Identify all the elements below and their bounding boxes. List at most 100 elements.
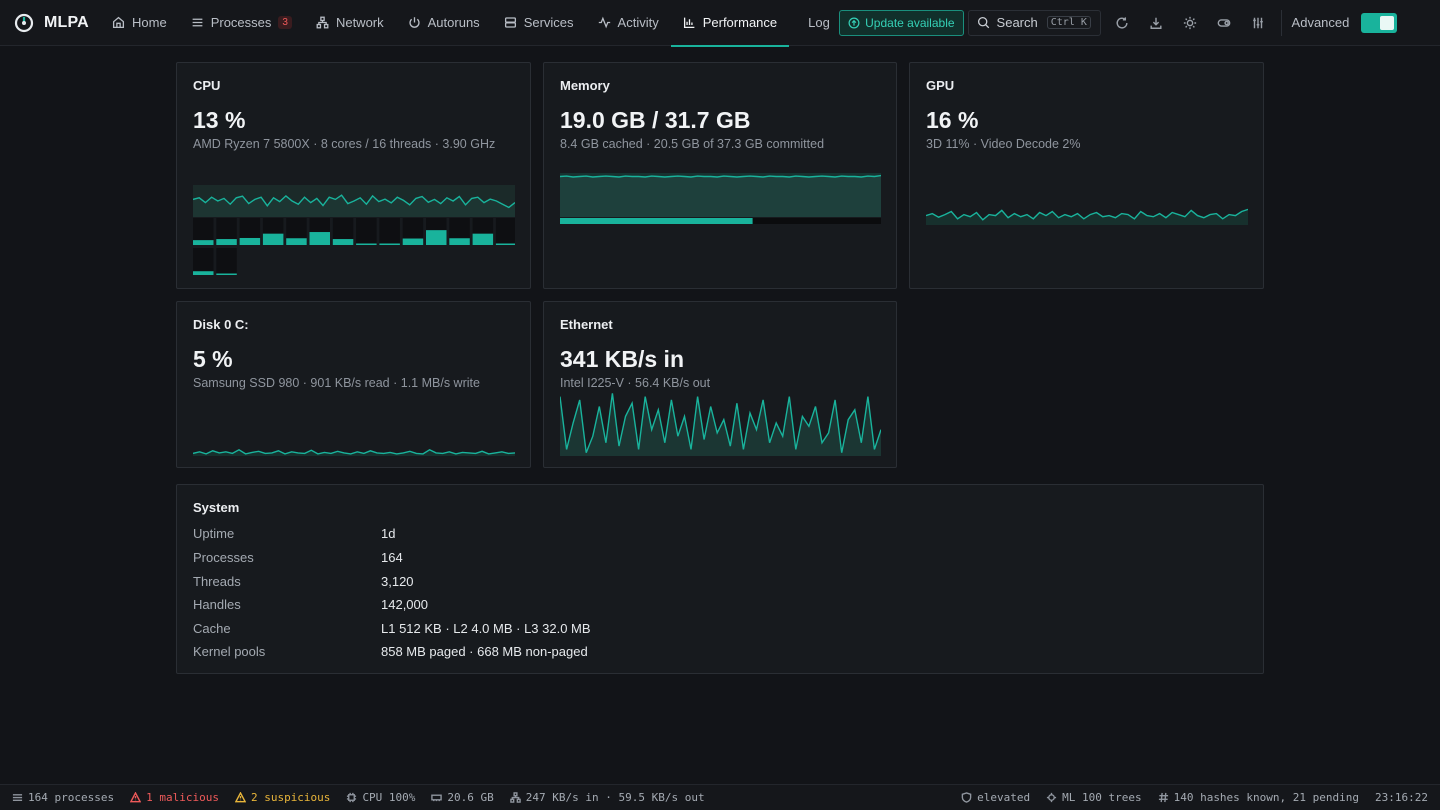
cpu-core-load-bar	[379, 243, 400, 245]
refresh-button[interactable]	[1105, 0, 1139, 46]
card-title: Ethernet	[560, 317, 613, 332]
cpu-core-load-bar	[193, 240, 214, 245]
cpu-core-load-bar	[239, 237, 261, 245]
cpu-icon	[1047, 792, 1057, 803]
system-row-value: 1d	[381, 526, 396, 541]
refresh-icon	[1116, 16, 1128, 29]
gpu-usage-chart	[926, 208, 1248, 225]
nav-item-label: Log	[808, 15, 830, 30]
status-clock: 23:16:22	[1375, 791, 1428, 804]
status-hashes: 140 hashes known, 21 pending	[1158, 791, 1359, 804]
cpu-core-cell	[379, 218, 400, 245]
cpu-card: CPU 13 % AMD Ryzen 7 5800X · 8 cores / 1…	[176, 62, 531, 289]
nav-item-performance[interactable]: Performance	[670, 0, 790, 47]
settings-button[interactable]	[1241, 0, 1275, 46]
home-icon	[112, 16, 125, 29]
cpu-usage-chart	[193, 185, 515, 275]
cpu-usage-value: 13 %	[193, 107, 246, 133]
memory-icon	[431, 794, 443, 802]
system-row-value: L1 512 KB · L2 4.0 MB · L3 32.0 MB	[381, 621, 591, 636]
cpu-core-load-bar	[286, 238, 307, 245]
status-elevated: elevated	[961, 791, 1030, 804]
status-malicious-text: 1 malicious	[146, 791, 219, 804]
system-row-label: Processes	[193, 550, 254, 565]
cpu-icon	[347, 792, 357, 803]
search-button[interactable]: Search Ctrl K	[967, 9, 1101, 36]
search-shortcut: Ctrl K	[1046, 16, 1091, 29]
ethernet-throughput-value: 341 KB/s in	[560, 346, 684, 372]
nav-item-activity[interactable]: Activity	[586, 0, 671, 46]
nav-item-label: Network	[335, 15, 384, 30]
list-icon	[192, 18, 203, 27]
top-nav-bar: MLPA Home Processes 3 Network Autoruns S…	[0, 0, 1440, 47]
power-icon	[409, 17, 420, 28]
theme-button[interactable]	[1173, 0, 1207, 46]
app-logo-icon	[14, 13, 34, 32]
nav-item-services[interactable]: Services	[492, 0, 586, 46]
download-button[interactable]	[1139, 0, 1173, 46]
cpu-core-load-bar	[309, 232, 330, 245]
status-cpu: CPU 100%	[346, 791, 415, 804]
cpu-core-load-bar	[216, 239, 237, 245]
arrow-up-circle-icon	[848, 17, 860, 28]
display-toggle-button[interactable]	[1207, 0, 1241, 46]
toolbar-divider	[1280, 9, 1282, 36]
alert-count-badge: 3	[278, 16, 292, 29]
status-suspicious-text: 2 suspicious	[250, 791, 331, 804]
system-row-value: 164	[381, 550, 403, 565]
cpu-core-cell	[193, 248, 214, 275]
list-icon	[12, 794, 23, 801]
sun-icon	[1183, 16, 1196, 29]
ethernet-details: Intel I225-V · 56.4 KB/s out	[560, 376, 711, 390]
system-row-label: Handles	[193, 597, 241, 612]
memory-usage-chart	[560, 173, 881, 224]
card-title: Memory	[560, 78, 610, 93]
advanced-label: Advanced	[1291, 15, 1350, 30]
system-title: System	[193, 500, 240, 515]
system-row-value: 142,000	[381, 597, 428, 612]
app-name: MLPA	[44, 13, 89, 31]
nav-item-log[interactable]: Log	[789, 0, 829, 46]
search-label: Search	[996, 15, 1038, 30]
disk-card: Disk 0 C: 5 % Samsung SSD 980 · 901 KB/s…	[176, 301, 531, 468]
advanced-toggle[interactable]	[1361, 12, 1398, 33]
cpu-core-cell	[216, 248, 237, 275]
cpu-core-load-bar	[332, 239, 354, 245]
nav-item-network[interactable]: Network	[304, 0, 396, 46]
network-icon	[510, 792, 521, 803]
nav-item-processes[interactable]: Processes 3	[179, 0, 304, 46]
nav-item-autoruns[interactable]: Autoruns	[396, 0, 492, 46]
nav-item-label: Processes	[210, 15, 272, 30]
search-icon	[977, 16, 989, 29]
brand[interactable]: MLPA	[0, 13, 100, 33]
nav-item-home[interactable]: Home	[100, 0, 179, 46]
status-time-text: 23:16:22	[1375, 791, 1428, 804]
system-row-threads: Threads 3,120	[193, 574, 414, 594]
download-icon	[1150, 17, 1162, 29]
memory-usage-value: 19.0 GB / 31.7 GB	[560, 107, 751, 133]
status-processes[interactable]: 164 processes	[12, 791, 114, 804]
nav-item-label: Autoruns	[427, 15, 480, 30]
cpu-core-load-bar	[356, 243, 377, 245]
cpu-core-load-bar	[426, 230, 447, 245]
system-card: System Uptime 1d Processes 164 Threads 3…	[176, 484, 1264, 674]
toggle-icon	[1217, 18, 1230, 27]
update-label: Update available	[865, 15, 955, 30]
network-icon	[316, 16, 329, 29]
status-ml: ML 100 trees	[1046, 791, 1142, 804]
system-row-processes: Processes 164	[193, 550, 403, 570]
status-suspicious[interactable]: 2 suspicious	[234, 791, 331, 804]
update-available-button[interactable]: Update available	[839, 9, 964, 36]
status-malicious[interactable]: 1 malicious	[130, 791, 219, 804]
activity-icon	[598, 16, 610, 29]
system-row-label: Threads	[193, 574, 241, 589]
nav-item-label: Home	[132, 15, 167, 30]
ethernet-card: Ethernet 341 KB/s in Intel I225-V · 56.4…	[543, 301, 897, 468]
status-cpu-text: CPU 100%	[362, 791, 416, 804]
cpu-core-cell	[356, 218, 377, 245]
bar-chart-icon	[683, 17, 695, 29]
card-title: GPU	[926, 78, 955, 93]
status-processes-text: 164 processes	[28, 791, 115, 804]
status-memory: 20.6 GB	[431, 791, 494, 804]
cpu-core-load-bar	[449, 238, 470, 245]
